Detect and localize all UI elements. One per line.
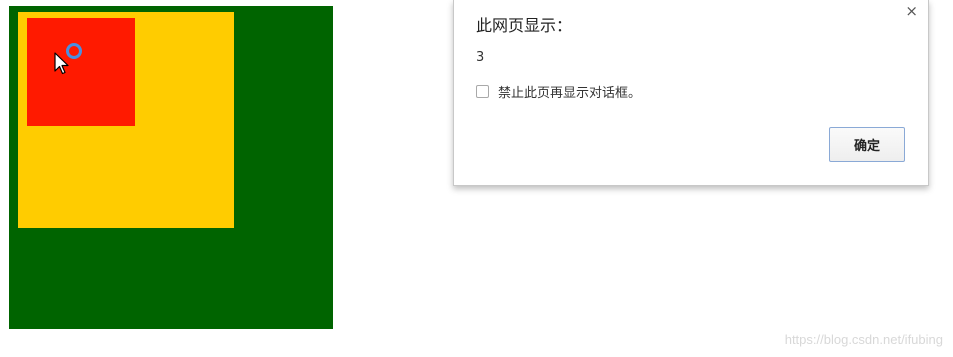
page: 此网页显示： × 3 禁止此页再显示对话框。 确定 https://blog.c… [0, 0, 953, 357]
suppress-dialogs-checkbox[interactable] [476, 85, 489, 98]
ok-button[interactable]: 确定 [829, 127, 905, 162]
arrow-cursor-icon [54, 52, 69, 75]
alert-dialog: 此网页显示： × 3 禁止此页再显示对话框。 确定 [453, 0, 929, 186]
watermark: https://blog.csdn.net/ifubing [784, 332, 943, 347]
suppress-dialogs-label[interactable]: 禁止此页再显示对话框。 [498, 82, 641, 101]
middle-yellow-box[interactable] [18, 12, 234, 228]
close-icon[interactable]: × [905, 3, 918, 19]
dialog-message: 3 [476, 50, 485, 65]
dialog-title: 此网页显示： [476, 16, 573, 35]
inner-red-box[interactable] [27, 18, 135, 126]
suppress-dialogs-row[interactable]: 禁止此页再显示对话框。 [476, 82, 641, 101]
